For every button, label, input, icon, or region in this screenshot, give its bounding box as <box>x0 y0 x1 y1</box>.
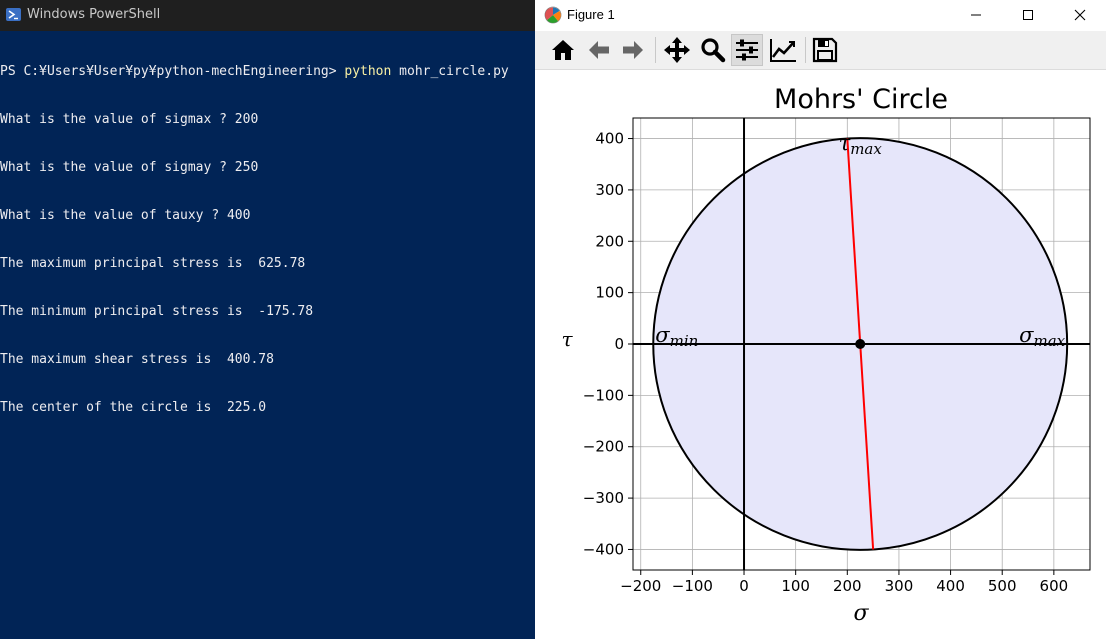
maximize-button[interactable] <box>1005 0 1051 30</box>
powershell-icon <box>6 8 21 21</box>
matplotlib-logo-icon <box>544 6 562 24</box>
console-line: What is the value of sigmay ? 250 <box>0 160 259 175</box>
minimize-button[interactable] <box>953 0 999 30</box>
forward-arrow-icon <box>623 41 643 59</box>
y-tick-label: −100 <box>583 386 624 404</box>
x-tick-label: 300 <box>885 577 914 595</box>
save-floppy-icon <box>812 37 838 63</box>
minimize-icon <box>971 14 981 16</box>
x-tick-label: 100 <box>781 577 810 595</box>
console-command-arg: mohr_circle.py <box>391 64 509 79</box>
edit-axis-icon <box>770 39 796 62</box>
zoom-button[interactable] <box>697 34 729 66</box>
console-output[interactable]: PS C:¥Users¥User¥py¥python-mechEngineeri… <box>0 32 535 448</box>
annotation-symbol: τ <box>839 131 851 155</box>
console-line: What is the value of sigmax ? 200 <box>0 112 259 127</box>
x-tick-label: −100 <box>672 577 713 595</box>
toolbar-separator <box>655 37 656 63</box>
y-tick-label: −300 <box>583 489 624 507</box>
mohr-circle-plot[interactable]: −200 −100 0 100 200 300 400 500 600−400−300−200−… <box>535 70 1106 639</box>
y-tick-label: −200 <box>583 438 624 456</box>
x-tick-label: 0 <box>739 577 749 595</box>
back-button[interactable] <box>583 34 615 66</box>
annotation-subscript: min <box>670 332 699 350</box>
configure-subplots-button[interactable] <box>731 34 763 66</box>
console-prompt: PS C:¥Users¥User¥py¥python-mechEngineeri… <box>0 64 345 79</box>
y-tick-label: 0 <box>614 335 624 353</box>
back-arrow-icon <box>589 41 609 59</box>
pan-button[interactable] <box>661 34 693 66</box>
chart-title: Mohrs' Circle <box>774 84 948 115</box>
home-button[interactable] <box>547 34 579 66</box>
powershell-window[interactable]: Windows PowerShell PS C:¥Users¥User¥py¥p… <box>0 0 535 639</box>
edit-axis-button[interactable] <box>767 34 799 66</box>
y-tick-label: 200 <box>595 232 624 250</box>
pan-move-icon <box>664 37 690 63</box>
figure-title: Figure 1 <box>567 7 615 22</box>
console-command-line: PS C:¥Users¥User¥py¥python-mechEngineeri… <box>0 64 535 80</box>
x-tick-label: 400 <box>936 577 965 595</box>
annotation-symbol: σ <box>655 323 670 347</box>
toolbar-separator <box>805 37 806 63</box>
figure-toolbar <box>535 31 1106 70</box>
annotation-τ-max: τmax <box>839 131 883 158</box>
home-icon <box>552 40 574 60</box>
save-button[interactable] <box>809 34 841 66</box>
maximize-icon <box>1023 10 1033 20</box>
y-tick-label: −400 <box>583 540 624 558</box>
x-tick-label: 600 <box>1040 577 1069 595</box>
powershell-titlebar[interactable]: Windows PowerShell <box>0 0 535 31</box>
close-button[interactable] <box>1057 0 1103 30</box>
forward-button[interactable] <box>617 34 649 66</box>
figure-titlebar[interactable]: Figure 1 <box>535 0 1106 30</box>
x-tick-label: −200 <box>620 577 661 595</box>
console-command: python <box>344 64 392 79</box>
powershell-title: Windows PowerShell <box>27 7 161 22</box>
console-line: What is the value of tauxy ? 400 <box>0 208 251 223</box>
x-tick-label: 200 <box>833 577 862 595</box>
console-line: The center of the circle is 225.0 <box>0 400 267 415</box>
annotation-symbol: σ <box>1019 323 1034 347</box>
annotation-subscript: max <box>1034 332 1066 350</box>
center-point <box>855 339 866 349</box>
annotation-subscript: max <box>850 140 882 158</box>
y-tick-label: 400 <box>595 130 624 148</box>
zoom-magnifier-icon <box>701 38 726 63</box>
console-line: The minimum principal stress is -175.78 <box>0 304 314 319</box>
y-axis-label: τ <box>561 327 573 351</box>
x-tick-label: 500 <box>988 577 1017 595</box>
figure-window[interactable]: Figure 1 −200 −100 0 100 200 300 400 500… <box>535 0 1106 639</box>
y-tick-label: 100 <box>595 284 624 302</box>
x-axis-label: σ <box>853 601 869 626</box>
configure-subplots-icon <box>736 39 758 61</box>
close-icon <box>1074 9 1086 21</box>
console-line: The maximum shear stress is 400.78 <box>0 352 274 367</box>
y-tick-label: 300 <box>595 181 624 199</box>
console-line: The maximum principal stress is 625.78 <box>0 256 306 271</box>
